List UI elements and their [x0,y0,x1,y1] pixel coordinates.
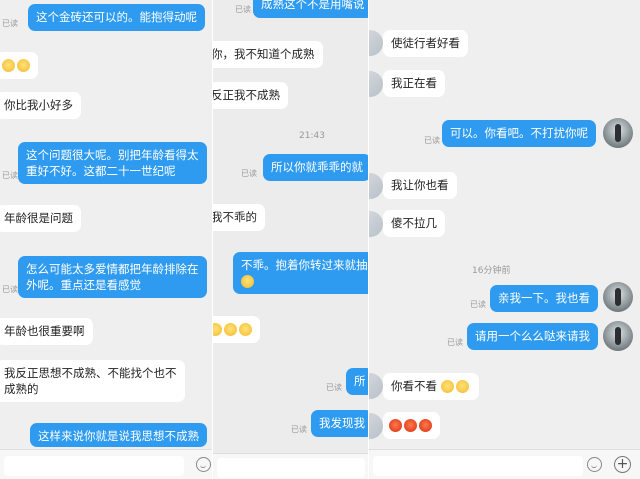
smug-emoji-icon [455,380,469,393]
smug-emoji-icon [213,323,222,336]
message-bubble[interactable]: 反正我不成熟 [213,82,288,109]
message-line [241,273,368,289]
angry-emoji-icon [404,419,417,432]
chat-panel-2: 成熟这个不是用嘴说 已读 你，我不知道个成熟 反正我不成熟 21:43 所以你就… [213,0,368,479]
message-bubble[interactable]: 我反正思想不成熟、不能找个也不 成熟的 [0,360,185,402]
message-bubble[interactable]: 这个问题很大呢。别把年龄看得太 重好不好。这都二十一世纪呢 [18,142,207,184]
message-bubble[interactable]: 我正在看 [383,70,445,97]
read-receipt: 已读 [241,169,257,178]
read-receipt: 已读 [447,338,463,347]
read-receipt: 已读 [2,285,18,294]
message-bubble[interactable]: 你，我不知道个成熟 [213,41,323,68]
plus-icon[interactable]: + [614,456,631,473]
message-line: 怎么可能太多爱情都把年龄排除在 [26,262,199,276]
user-avatar[interactable] [603,282,633,312]
message-bubble[interactable]: 亲我一下。我也看 [490,285,598,312]
message-input[interactable] [217,458,365,478]
smug-emoji-icon [241,275,254,288]
contact-avatar[interactable] [369,211,383,237]
timestamp: 16分钟前 [472,266,511,276]
contact-avatar[interactable] [369,173,383,199]
message-bubble[interactable]: 你看不看 [383,373,479,400]
message-line: 外呢。重点还是看感觉 [26,278,141,292]
smug-emoji-icon [17,59,30,72]
message-line: 不乖。抱着你转过来就抽 [241,258,368,272]
smug-emoji-icon [224,323,237,336]
message-bubble[interactable]: 请用一个么么哒来请我 [467,323,598,350]
message-bubble[interactable]: 不乖。抱着你转过来就抽 [233,252,368,294]
input-bar: + [369,449,640,479]
message-bubble[interactable]: 这样来说你就是说我思想不成熟 [30,423,207,447]
message-line: 重好不好。这都二十一世纪呢 [26,164,176,178]
input-bar [0,449,213,479]
message-bubble[interactable] [0,52,38,79]
user-avatar[interactable] [603,321,633,351]
read-receipt: 已读 [470,300,486,309]
message-bubble[interactable]: 怎么可能太多爱情都把年龄排除在 外呢。重点还是看感觉 [18,256,207,298]
message-line: 这个问题很大呢。别把年龄看得太 [26,148,199,162]
read-receipt: 已读 [291,425,307,434]
timestamp: 21:43 [299,131,325,141]
read-receipt: 已读 [2,19,18,28]
contact-avatar[interactable] [369,30,383,56]
input-bar [213,453,368,479]
read-receipt: 已读 [424,136,440,145]
message-bubble[interactable]: 所以你就乖乖的就 [263,154,368,181]
read-receipt: 已读 [2,171,18,180]
message-bubble[interactable]: 所 [346,368,368,395]
message-bubble[interactable]: 使徒行者好看 [383,30,468,57]
message-input[interactable] [373,456,583,476]
message-text: 你看不看 [391,379,437,393]
read-receipt: 已读 [326,383,342,392]
message-bubble[interactable]: 我不乖的 [213,204,265,231]
angry-emoji-icon [419,419,432,432]
message-bubble[interactable]: 你比我小好多 [0,92,81,119]
message-bubble[interactable]: 我发现我 [311,410,368,437]
message-bubble[interactable]: 年龄很是问题 [0,205,81,232]
message-bubble[interactable] [213,316,260,343]
message-line: 成熟的 [4,382,39,396]
contact-avatar[interactable] [369,413,383,439]
read-receipt: 已读 [235,5,251,14]
chat-panel-1: 这个金砖还可以的。能抱得动呢 已读 你比我小好多 这个问题很大呢。别把年龄看得太… [0,0,213,479]
message-bubble[interactable]: 这个金砖还可以的。能抱得动呢 [28,4,205,31]
message-bubble[interactable]: 年龄也很重要啊 [0,318,93,345]
smug-emoji-icon [2,59,15,72]
smile-icon[interactable] [196,457,211,472]
message-line: 我反正思想不成熟、不能找个也不 [4,366,177,380]
angry-emoji-icon [389,419,402,432]
smile-icon[interactable] [587,457,602,472]
message-bubble[interactable] [383,412,440,439]
smug-emoji-icon [440,380,454,393]
contact-avatar[interactable] [369,71,383,97]
chat-panel-3: 使徒行者好看 我正在看 可以。你看吧。不打扰你呢 已读 我让你也看 傻不拉几 1… [369,0,640,479]
smug-emoji-icon [239,323,252,336]
message-input[interactable] [4,456,184,476]
message-bubble[interactable]: 成熟这个不是用嘴说 [253,0,368,18]
message-bubble[interactable]: 我让你也看 [383,172,457,199]
message-bubble[interactable]: 可以。你看吧。不打扰你呢 [442,120,596,147]
message-bubble[interactable]: 傻不拉几 [383,210,445,237]
contact-avatar[interactable] [369,373,383,399]
user-avatar[interactable] [603,118,633,148]
